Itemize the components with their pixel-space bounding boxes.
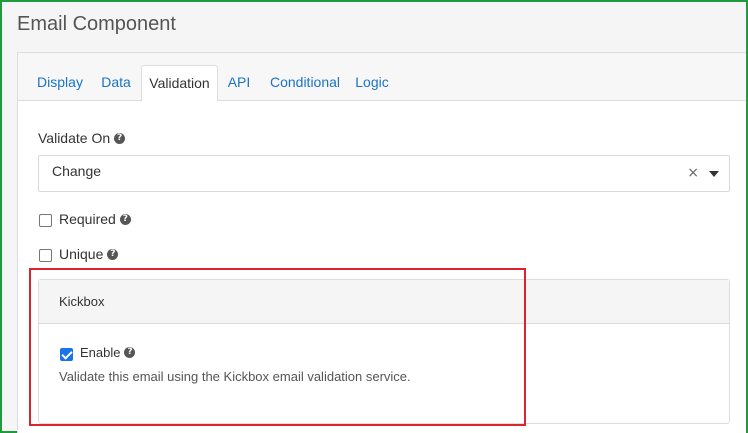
required-checkbox[interactable]	[39, 214, 52, 227]
tab-api[interactable]: API	[221, 65, 257, 102]
tab-bar: Display Data Validation API Conditional …	[18, 53, 746, 102]
page-title: Email Component	[17, 13, 176, 35]
unique-label-text: Unique	[59, 246, 104, 262]
question-circle-icon[interactable]: ?	[107, 248, 119, 260]
validate-on-label-text: Validate On	[38, 130, 111, 146]
tab-display[interactable]: Display	[30, 65, 90, 102]
validate-on-select[interactable]: Change ×	[38, 155, 730, 192]
required-label-text: Required	[59, 211, 116, 227]
validate-on-value: Change	[52, 163, 102, 179]
question-circle-icon[interactable]: ?	[119, 213, 131, 225]
required-label: Required ?	[59, 211, 131, 227]
tab-data[interactable]: Data	[93, 65, 139, 102]
caret-down-icon[interactable]	[709, 171, 719, 177]
question-circle-icon[interactable]: ?	[114, 132, 126, 144]
unique-checkbox[interactable]	[39, 249, 52, 262]
tab-conditional[interactable]: Conditional	[264, 65, 346, 102]
validate-on-label: Validate On ?	[38, 130, 126, 146]
tab-logic[interactable]: Logic	[352, 65, 392, 102]
tab-validation[interactable]: Validation	[141, 65, 218, 102]
highlight-box	[29, 268, 526, 426]
unique-label: Unique ?	[59, 246, 119, 262]
close-icon[interactable]: ×	[687, 165, 699, 181]
